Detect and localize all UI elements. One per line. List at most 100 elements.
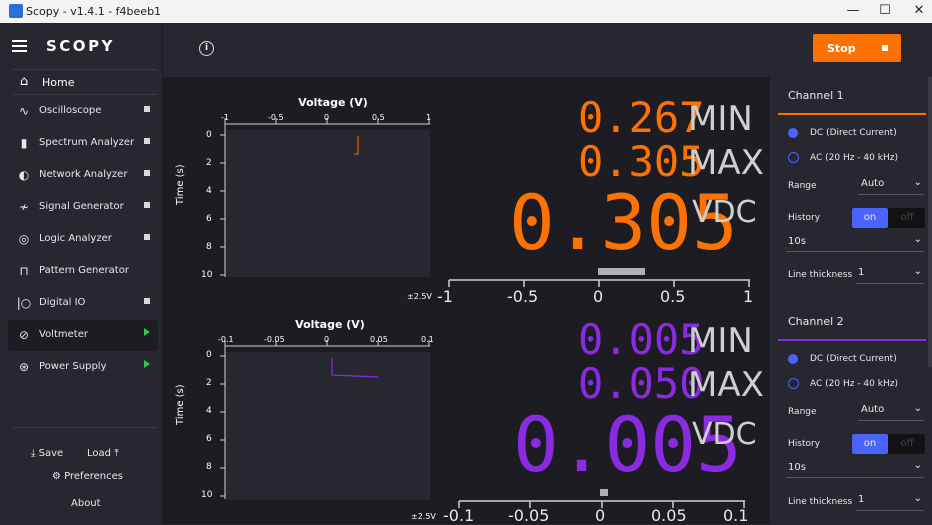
nav-label: Spectrum Analyzer [39,137,135,148]
nav-label: Power Supply [39,361,107,372]
hamburger-menu-icon[interactable] [12,40,27,52]
nav-logic-analyzer[interactable]: ◎ Logic Analyzer [8,224,158,255]
y-tick: 8 [206,242,212,252]
range-label: ±2.5V [411,512,436,521]
channel-2-thickness-dropdown[interactable]: 1 ⌄ [856,492,924,511]
nav-oscilloscope[interactable]: ∿ Oscilloscope [8,96,158,127]
toggle-off: off [900,212,914,223]
range-value: Auto [861,404,885,415]
stopped-indicator-icon [144,106,150,112]
toggle-off: off [900,438,914,449]
preferences-label: Preferences [64,471,123,482]
app-icon [9,4,23,18]
y-tick: 2 [206,378,212,388]
nav-spectrum-analyzer[interactable]: ▮ Spectrum Analyzer [8,128,158,159]
x-tick: 0 [324,335,330,344]
bar-tick: -0.05 [508,506,550,525]
y-tick: 6 [206,434,212,444]
y-tick: 10 [201,270,213,280]
ac-label: AC (20 Hz - 40 kHz) [810,153,898,163]
save-icon: ⤓ [31,448,36,459]
home-button[interactable]: ⌂ Home [12,69,157,95]
thickness-value: 1 [858,494,865,505]
window-title: Scopy - v1.4.1 - f4beeb1 [26,5,162,18]
nav-label: Oscilloscope [39,105,102,116]
x-tick: -0.5 [268,113,284,122]
channel-1-min-label: MIN [688,99,753,139]
nav-digital-io[interactable]: |○ Digital IO [8,288,158,319]
load-label: Load [87,448,111,459]
plot-y-label: Time (s) [175,384,186,425]
network-icon: ◐ [18,168,30,182]
home-icon: ⌂ [20,74,29,89]
channel-2-dc-radio[interactable] [788,354,798,364]
channel-2-unit: VDC [692,417,757,452]
minimize-button[interactable]: — [843,3,863,19]
channel-1-range-dropdown[interactable]: Auto ⌄ [858,176,924,195]
nav-voltmeter[interactable]: ⊘ Voltmeter [8,320,158,351]
gear-icon: ⚙ [52,471,61,482]
x-tick: 0.5 [372,113,385,122]
maximize-button[interactable]: ☐ [875,3,895,19]
nav-label: Pattern Generator [39,265,129,276]
nav-network-analyzer[interactable]: ◐ Network Analyzer [8,160,158,191]
bar-tick: 0.5 [660,287,686,306]
channel-1-dc-radio[interactable] [788,128,798,138]
bar-tick: -0.5 [507,287,539,306]
channel-1-history-dropdown[interactable]: 10s ⌄ [786,233,924,252]
about-button[interactable]: About [71,498,101,509]
channel-2-range-dropdown[interactable]: Auto ⌄ [858,402,924,421]
info-icon[interactable]: i [199,41,214,56]
x-tick: -1 [221,113,229,122]
channel-2-min-label: MIN [688,321,753,361]
channel-2-history-toggle[interactable]: on off [852,434,925,454]
channel-1-history-toggle[interactable]: on off [852,208,925,228]
y-tick: 4 [206,186,212,196]
plot-title: Voltage (V) [298,96,368,109]
x-tick: -0.1 [218,335,234,344]
close-button[interactable]: ✕ [909,3,929,19]
save-label: Save [38,448,64,459]
x-tick: 0.05 [370,335,388,344]
y-tick: 10 [201,490,213,500]
spectrum-icon: ▮ [20,136,28,150]
x-tick: -0.05 [264,335,285,344]
channel-1-max-label: MAX [688,143,764,183]
logic-icon: ◎ [18,232,30,246]
load-icon: ⤒ [114,448,119,459]
digitalio-icon: |○ [16,296,32,310]
stopped-indicator-icon [144,138,150,144]
channel-1-accent-line [778,113,926,115]
toggle-on: on [852,208,888,228]
chevron-down-icon: ⌄ [913,403,922,414]
nav-label: Signal Generator [39,201,124,212]
thickness-label: Line thickness [788,270,853,280]
channel-2-settings-title: Channel 2 [788,315,844,328]
nav-pattern-generator[interactable]: ⊓ Pattern Generator [8,256,158,287]
chevron-down-icon: ⌄ [913,234,922,245]
load-button[interactable]: Load ⤒ [87,448,119,459]
nav-signal-generator[interactable]: ≁ Signal Generator [8,192,158,223]
running-indicator-icon [144,360,150,368]
channel-1-ac-radio[interactable] [788,152,799,163]
window-titlebar: Scopy - v1.4.1 - f4beeb1 — ☐ ✕ [0,0,932,23]
scopy-logo: SCOPY [46,37,115,55]
run-stop-button[interactable]: Stop [813,34,901,62]
thickness-label: Line thickness [788,497,853,507]
history-value: 10s [788,462,806,473]
nav-power-supply[interactable]: ⊛ Power Supply [8,352,158,383]
ac-label: AC (20 Hz - 40 kHz) [810,379,898,389]
preferences-button[interactable]: ⚙ Preferences [52,471,123,482]
save-button[interactable]: ⤓ Save [31,448,63,459]
channel-1-min-value: 0.267 [578,93,705,142]
plot-axes [220,118,430,277]
x-tick: 1 [426,113,432,122]
y-tick: 2 [206,158,212,168]
range-value: Auto [861,178,885,189]
channel-2-ac-radio[interactable] [788,378,799,389]
channel-1-thickness-dropdown[interactable]: 1 ⌄ [856,265,924,284]
sidebar-divider [12,427,157,428]
settings-scrollbar[interactable] [928,77,932,367]
thickness-value: 1 [858,267,865,278]
channel-2-history-dropdown[interactable]: 10s ⌄ [786,459,924,478]
